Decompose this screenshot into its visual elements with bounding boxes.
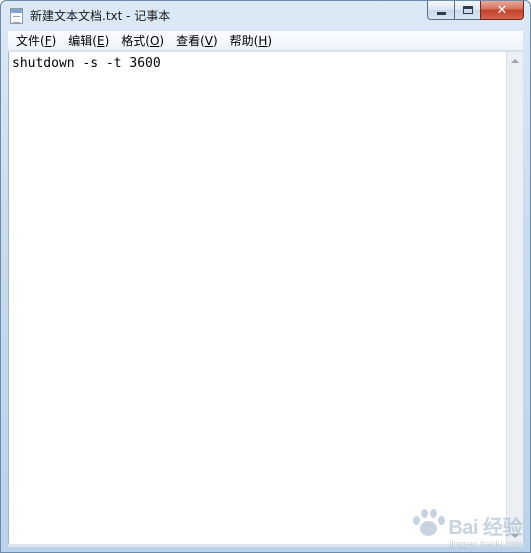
maximize-button[interactable] (454, 1, 480, 20)
paw-logo-icon (411, 508, 446, 538)
menu-help[interactable]: 帮助(H) (224, 31, 278, 51)
minimize-button[interactable] (427, 1, 454, 20)
menu-edit[interactable]: 编辑(E) (62, 31, 115, 51)
maximize-icon (462, 6, 473, 14)
text-editor[interactable]: shutdown -s -t 3600 (8, 52, 506, 544)
scroll-up-button[interactable] (507, 52, 523, 69)
menu-view[interactable]: 查看(V) (170, 31, 224, 51)
close-button[interactable]: ✕ (480, 1, 524, 20)
watermark: Bai 经验 jingyan.baidu.com (411, 508, 522, 549)
caption-buttons: ✕ (427, 1, 524, 21)
minimize-icon (436, 11, 446, 15)
title-bar[interactable]: 新建文本文档.txt - 记事本 ✕ (1, 1, 530, 31)
close-icon: ✕ (496, 2, 508, 18)
vertical-scrollbar[interactable] (506, 52, 523, 544)
watermark-url: jingyan.baidu.com (449, 539, 522, 549)
window-title: 新建文本文档.txt - 记事本 (30, 9, 171, 23)
arrow-up-icon (511, 58, 519, 63)
window-bottom-edge (8, 544, 523, 547)
notepad-window: 新建文本文档.txt - 记事本 ✕ 文件(F) 编辑(E) 格式(O) 查看(… (0, 0, 531, 553)
notepad-icon[interactable] (10, 8, 23, 24)
menu-format[interactable]: 格式(O) (115, 31, 170, 51)
watermark-brand: Bai 经验 (448, 517, 522, 539)
menu-bar: 文件(F) 编辑(E) 格式(O) 查看(V) 帮助(H) (8, 31, 523, 51)
menu-file[interactable]: 文件(F) (10, 31, 62, 51)
